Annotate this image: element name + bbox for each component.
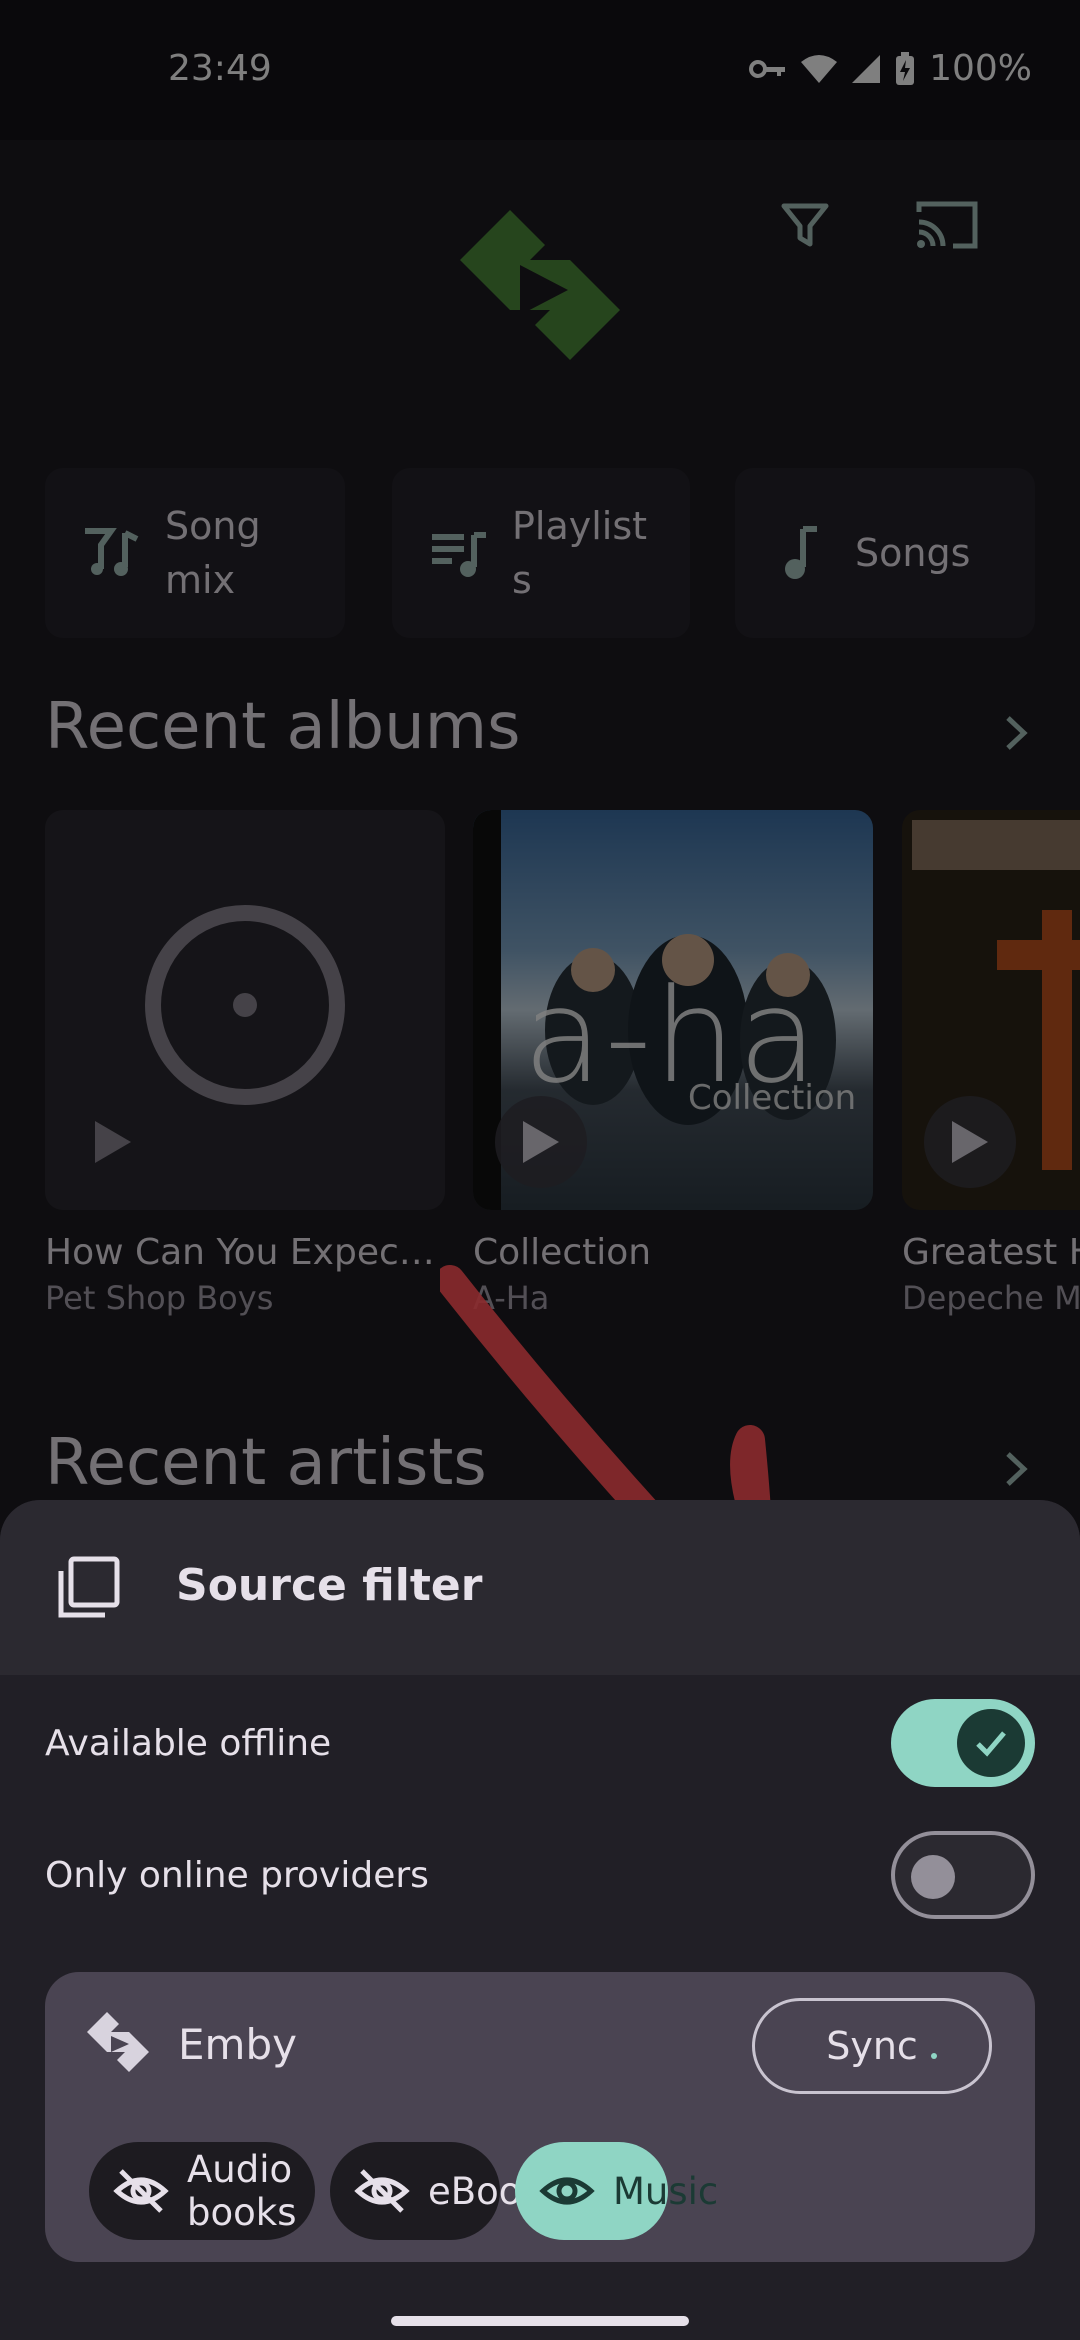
song-mix-icon [85, 528, 139, 576]
switch-thumb [957, 1709, 1025, 1777]
status-bar: 23:49 100% [0, 0, 1080, 140]
chip-song-mix[interactable]: Song mix [45, 468, 345, 638]
chip-label: Playlist s [512, 504, 648, 602]
play-icon [523, 1121, 559, 1163]
album-art-band [912, 820, 1080, 870]
album-artist: Pet Shop Boys [45, 1279, 274, 1317]
battery-percent: 100% [929, 48, 1032, 89]
cast-icon[interactable] [915, 198, 979, 252]
album-artist: A-Ha [473, 1279, 550, 1317]
chevron-right-icon[interactable] [990, 708, 1040, 758]
recent-artists-title: Recent artists [45, 1426, 487, 1500]
check-icon [976, 1731, 1006, 1757]
chip-label: Song mix [165, 504, 261, 602]
chip-playlists[interactable]: Playlist s [392, 468, 690, 638]
album-card[interactable]: How Can You Expect … Pet Shop Boys [45, 810, 445, 1317]
play-button[interactable] [924, 1096, 1016, 1188]
play-icon [95, 1121, 131, 1163]
sync-label: Sync [826, 2024, 918, 2068]
filter-icon[interactable] [780, 200, 830, 250]
recent-albums-title: Recent albums [45, 690, 521, 764]
album-art-subtext: Collection [688, 1078, 857, 1118]
only-online-label: Only online providers [45, 1854, 429, 1896]
provider-card: Emby Sync Audio books eBooks Music [45, 1972, 1035, 2262]
eye-off-icon [354, 2169, 410, 2213]
album-card[interactable]: a-ha Collection Collection A-Ha [473, 810, 873, 1317]
album-art: a-ha Collection [473, 810, 873, 1210]
status-icons: 100% [749, 48, 1032, 89]
provider-name: Emby [178, 2020, 297, 2069]
play-icon [952, 1121, 988, 1163]
album-title: How Can You Expect … [45, 1232, 445, 1273]
playlist-icon [432, 532, 486, 577]
album-card[interactable]: Greatest H Depeche Mo [902, 810, 1080, 1317]
only-online-row[interactable]: Only online providers [45, 1830, 1035, 1920]
album-title: Collection [473, 1232, 652, 1273]
play-button[interactable] [495, 1096, 587, 1188]
chip-songs[interactable]: Songs [735, 468, 1035, 638]
switch-thumb [911, 1855, 955, 1899]
available-offline-label: Available offline [45, 1722, 332, 1764]
music-note-icon [785, 526, 817, 579]
album-art [902, 810, 1080, 1210]
available-offline-row[interactable]: Available offline [45, 1698, 1035, 1788]
filter-audio-books[interactable]: Audio books [89, 2142, 315, 2240]
available-offline-switch[interactable] [891, 1699, 1035, 1787]
eye-off-icon [113, 2169, 169, 2213]
album-artist: Depeche Mo [902, 1279, 1080, 1317]
status-time: 23:49 [168, 48, 272, 89]
chevron-right-icon[interactable] [990, 1444, 1040, 1494]
filter-music[interactable]: Music [515, 2142, 718, 2240]
play-button[interactable] [67, 1096, 159, 1188]
album-title: Greatest H [902, 1232, 1080, 1273]
vpn-key-icon [749, 59, 786, 78]
chip-label: Songs [855, 531, 971, 575]
sheet-title: Source filter [176, 1560, 483, 1611]
filter-label: Music [613, 2169, 719, 2213]
filter-ebooks[interactable]: eBooks [330, 2142, 562, 2240]
signal-icon [852, 54, 881, 83]
only-online-switch[interactable] [891, 1831, 1035, 1919]
sheet-header: Source filter [0, 1500, 1080, 1675]
library-icon [58, 1556, 120, 1618]
album-art-cross-bar [997, 940, 1080, 970]
disc-icon [145, 905, 345, 1105]
album-art-placeholder [45, 810, 445, 1210]
battery-charging-icon [896, 51, 915, 85]
source-filter-sheet: Source filter Available offline Only onl… [0, 1500, 1080, 2340]
eye-icon [539, 2177, 595, 2205]
app-logo-icon [460, 210, 620, 360]
filter-label: Audio books [187, 2148, 297, 2234]
sync-button[interactable]: Sync [752, 1998, 992, 2094]
sync-progress-dot [931, 2053, 937, 2059]
gesture-handle[interactable] [391, 2316, 689, 2326]
emby-logo-icon [87, 2012, 149, 2072]
wifi-icon [801, 54, 838, 83]
